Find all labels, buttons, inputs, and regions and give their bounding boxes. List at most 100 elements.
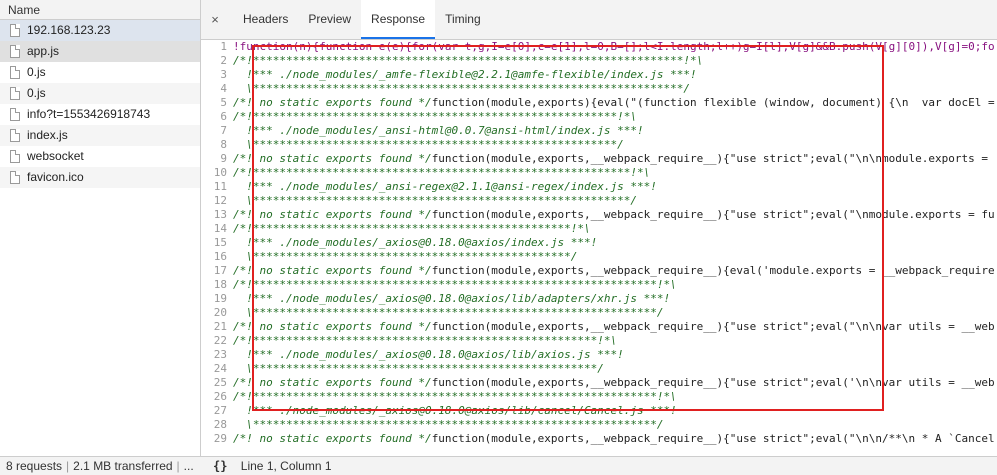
request-row[interactable]: info?t=1553426918743 xyxy=(0,104,200,125)
file-icon xyxy=(10,66,20,79)
code-text: /*!*************************************… xyxy=(233,166,651,179)
name-column-label: Name xyxy=(8,3,41,17)
code-line: 25 /*! no static exports found */function… xyxy=(201,376,997,390)
line-number: 8 xyxy=(220,138,227,151)
tab-timing[interactable]: Timing xyxy=(435,0,491,39)
pretty-print-button[interactable]: {} xyxy=(213,459,227,473)
code-text: !function(n){function e(e){for(var t,g,I… xyxy=(233,40,995,53)
tab-response[interactable]: Response xyxy=(361,0,436,39)
line-number: 5 xyxy=(220,96,227,109)
code-line: 22 /*!***********************************… xyxy=(201,334,997,348)
code-line: 28 \************************************… xyxy=(201,418,997,432)
request-row[interactable]: 0.js xyxy=(0,83,200,104)
line-number: 29 xyxy=(213,432,227,445)
code-line: 4 \*************************************… xyxy=(201,82,997,96)
code-line: 2 /*!************************************… xyxy=(201,54,997,68)
request-name: 0.js xyxy=(27,86,46,100)
tab-headers[interactable]: Headers xyxy=(233,0,298,39)
code-text: \***************************************… xyxy=(233,250,578,263)
file-icon xyxy=(10,45,20,58)
close-details-icon[interactable]: × xyxy=(207,12,223,27)
file-icon xyxy=(10,150,20,163)
code-text: /*!*************************************… xyxy=(233,334,618,347)
code-text: \***************************************… xyxy=(233,194,637,207)
code-text: /*! no static exports found */function(m… xyxy=(233,208,995,221)
request-row[interactable]: 192.168.123.23 xyxy=(0,20,200,41)
code-text: /*! no static exports found */function(m… xyxy=(233,96,995,109)
line-number: 6 xyxy=(220,110,227,123)
code-line: 13 /*! no static exports found */function… xyxy=(201,208,997,222)
line-number: 22 xyxy=(213,334,227,347)
code-line: 8 \*************************************… xyxy=(201,138,997,152)
code-text: /*! no static exports found */function(m… xyxy=(233,376,995,389)
code-line: 9 /*! no static exports found */function(… xyxy=(201,152,997,166)
tab-preview[interactable]: Preview xyxy=(298,0,361,39)
name-column-header[interactable]: Name xyxy=(0,0,200,20)
code-line: 17 /*! no static exports found */function… xyxy=(201,264,997,278)
request-rows: 192.168.123.23 app.js 0.js 0.js info?t=15534… xyxy=(0,20,200,188)
request-name: index.js xyxy=(27,128,68,142)
code-text: \***************************************… xyxy=(233,418,664,431)
code-text: \***************************************… xyxy=(233,306,664,319)
code-text: \***************************************… xyxy=(233,138,624,151)
code-text: \***************************************… xyxy=(233,362,604,375)
line-number: 21 xyxy=(213,320,227,333)
code-text: /*! no static exports found */function(m… xyxy=(233,320,995,333)
response-panel: × Headers Preview Response Timing 1 !functio… xyxy=(201,0,997,475)
request-count: 8 requests xyxy=(6,459,63,473)
request-name: favicon.ico xyxy=(27,170,84,184)
line-number: 20 xyxy=(213,306,227,319)
code-line: 20 \************************************… xyxy=(201,306,997,320)
code-text: /*! no static exports found */function(m… xyxy=(233,264,995,277)
code-text: /*!*************************************… xyxy=(233,54,704,67)
request-name: 0.js xyxy=(27,65,46,79)
request-row[interactable]: app.js xyxy=(0,41,200,62)
code-line: 26 /*!***********************************… xyxy=(201,390,997,404)
code-text: !*** ./node_modules/_ansi-html@0.0.7@ans… xyxy=(233,124,644,137)
request-row[interactable]: websocket xyxy=(0,146,200,167)
code-text: !*** ./node_modules/_axios@0.18.0@axios/… xyxy=(233,236,598,249)
response-code-view[interactable]: 1 !function(n){function e(e){for(var t,g,… xyxy=(201,40,997,456)
code-line: 14 /*!***********************************… xyxy=(201,222,997,236)
line-number: 28 xyxy=(213,418,227,431)
line-number: 1 xyxy=(220,40,227,53)
request-row[interactable]: index.js xyxy=(0,125,200,146)
line-number: 17 xyxy=(213,264,227,277)
request-row[interactable]: favicon.ico xyxy=(0,167,200,188)
network-request-list: Name 192.168.123.23 app.js 0.js 0.js info?t=… xyxy=(0,0,201,475)
request-name: websocket xyxy=(27,149,84,163)
code-line: 10 /*!***********************************… xyxy=(201,166,997,180)
code-line: 27 !*** ./node_modules/_axios@0.18.0@axi… xyxy=(201,404,997,418)
request-name: info?t=1553426918743 xyxy=(27,107,151,121)
code-text: \***************************************… xyxy=(233,82,690,95)
source-status-bar: {} Line 1, Column 1 xyxy=(201,456,997,475)
details-tab-bar: × Headers Preview Response Timing xyxy=(201,0,997,40)
code-line: 7 !*** ./node_modules/_ansi-html@0.0.7@a… xyxy=(201,124,997,138)
line-number: 23 xyxy=(213,348,227,361)
line-number: 7 xyxy=(220,124,227,137)
code-line: 11 !*** ./node_modules/_ansi-regex@2.1.1… xyxy=(201,180,997,194)
code-text: !*** ./node_modules/_axios@0.18.0@axios/… xyxy=(233,348,624,361)
code-line: 21 /*! no static exports found */function… xyxy=(201,320,997,334)
line-number: 24 xyxy=(213,362,227,375)
code-line: 12 \************************************… xyxy=(201,194,997,208)
file-icon xyxy=(10,129,20,142)
line-number: 11 xyxy=(213,180,227,193)
line-number: 10 xyxy=(213,166,227,179)
code-text: /*! no static exports found */function(m… xyxy=(233,152,988,165)
code-line: 18 /*!***********************************… xyxy=(201,278,997,292)
file-icon xyxy=(10,87,20,100)
line-number: 14 xyxy=(213,222,227,235)
line-number: 12 xyxy=(213,194,227,207)
code-line: 29 /*! no static exports found */function… xyxy=(201,432,997,446)
request-row[interactable]: 0.js xyxy=(0,62,200,83)
network-status-bar: 8 requests | 2.1 MB transferred |... xyxy=(0,456,201,475)
file-icon xyxy=(10,171,20,184)
line-number: 26 xyxy=(213,390,227,403)
code-line: 16 \************************************… xyxy=(201,250,997,264)
transferred-size: 2.1 MB transferred xyxy=(73,459,173,473)
code-text: /*! no static exports found */function(m… xyxy=(233,432,995,445)
code-line: 23 !*** ./node_modules/_axios@0.18.0@axi… xyxy=(201,348,997,362)
code-line: 19 !*** ./node_modules/_axios@0.18.0@axi… xyxy=(201,292,997,306)
request-name: app.js xyxy=(27,44,60,58)
